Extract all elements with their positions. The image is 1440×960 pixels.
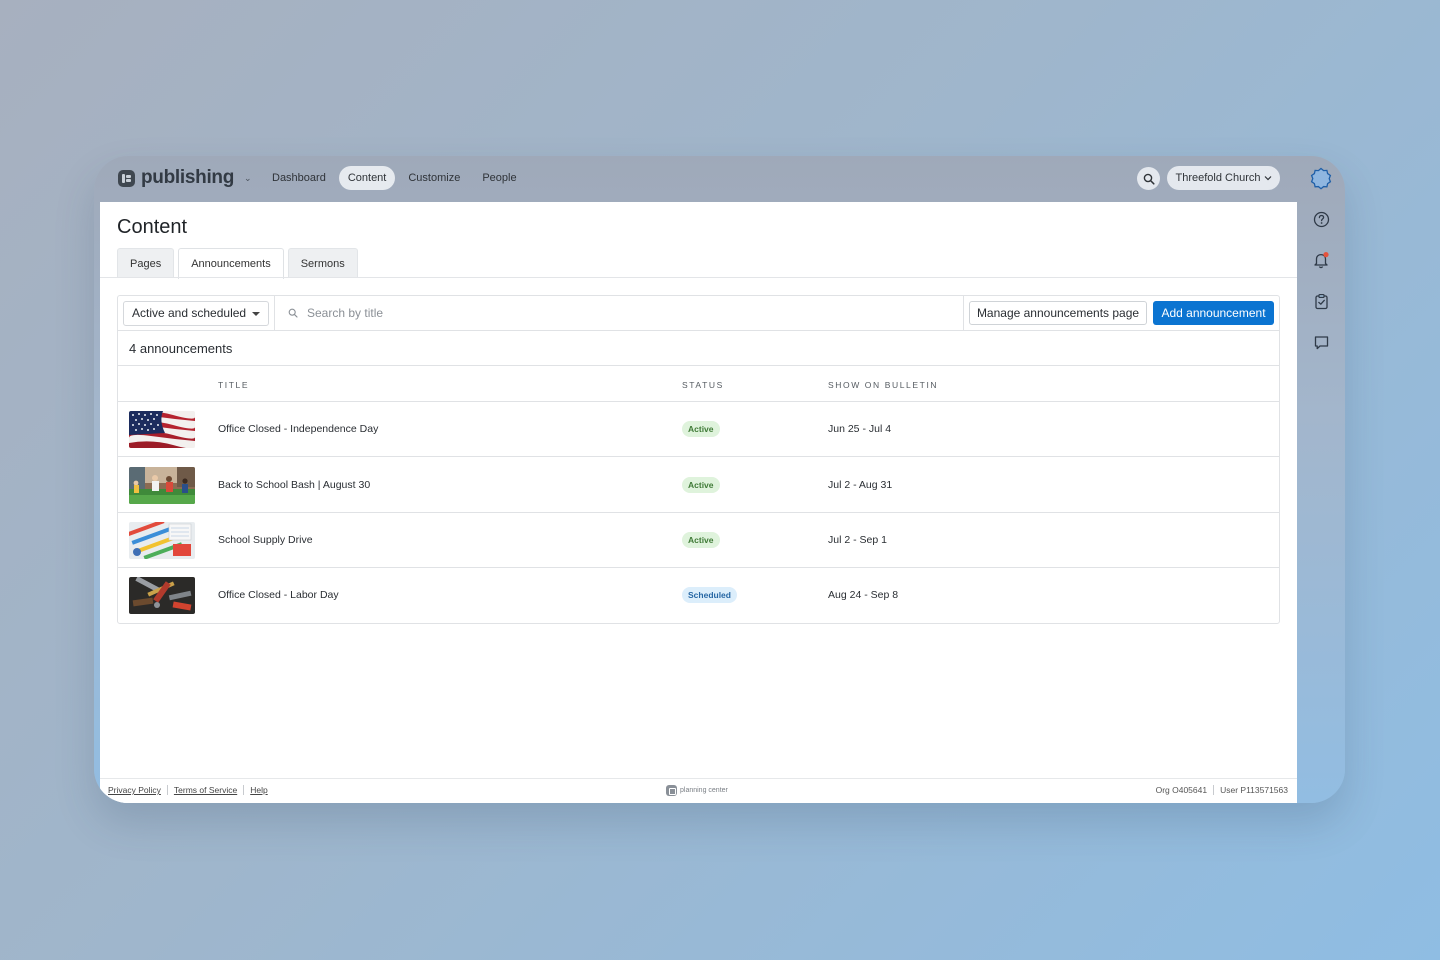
chat-bubble-icon xyxy=(1314,335,1328,349)
profile-button[interactable] xyxy=(1309,167,1333,191)
status-badge: Active xyxy=(682,421,720,437)
badge-avatar-icon xyxy=(1310,167,1332,190)
planning-center-brand: planning center xyxy=(666,785,728,796)
right-rail xyxy=(1297,156,1345,803)
org-switcher[interactable]: Threefold Church xyxy=(1167,166,1280,190)
top-bar: publishing ⌄ Dashboard Content Customize… xyxy=(94,156,1345,202)
terms-of-service-link[interactable]: Terms of Service xyxy=(174,785,237,795)
main-nav: Dashboard Content Customize People xyxy=(263,166,526,190)
table-row[interactable]: Office Closed - Labor Day Scheduled Aug … xyxy=(118,568,1279,623)
privacy-policy-link[interactable]: Privacy Policy xyxy=(108,785,161,795)
footer-divider xyxy=(243,785,245,795)
table-row[interactable]: School Supply Drive Active Jul 2 - Sep 1 xyxy=(118,513,1279,568)
footer-divider xyxy=(166,785,168,795)
app-switcher[interactable]: publishing ⌄ xyxy=(118,167,252,189)
caret-down-icon xyxy=(252,312,260,316)
announcements-panel: Active and scheduled Manage announcement… xyxy=(117,295,1280,624)
help-link[interactable]: Help xyxy=(250,785,267,795)
search-icon xyxy=(1143,173,1155,185)
search-divider xyxy=(963,296,964,330)
bulletin-dates: Aug 24 - Sep 8 xyxy=(828,589,899,601)
column-header-title[interactable]: TITLE xyxy=(218,380,249,390)
work-tools-thumbnail xyxy=(129,577,195,614)
tasks-button[interactable] xyxy=(1311,291,1331,311)
table-row[interactable]: Office Closed - Independence Day Active … xyxy=(118,402,1279,457)
status-badge: Active xyxy=(682,532,720,548)
status-badge: Active xyxy=(682,477,720,493)
count-row: 4 announcements xyxy=(118,331,1279,366)
announcement-title: Back to School Bash | August 30 xyxy=(218,479,371,491)
help-circle-icon xyxy=(1313,211,1329,227)
planning-center-logo-icon xyxy=(666,785,677,796)
status-badge: Scheduled xyxy=(682,587,737,603)
column-header-show-on-bulletin[interactable]: SHOW ON BULLETIN xyxy=(828,380,938,390)
nav-dashboard[interactable]: Dashboard xyxy=(263,166,335,190)
global-search-button[interactable] xyxy=(1137,167,1160,190)
chevron-down-icon xyxy=(1264,176,1271,181)
filter-bar: Active and scheduled Manage announcement… xyxy=(118,296,1279,331)
bulletin-dates: Jul 2 - Sep 1 xyxy=(828,534,887,546)
filter-divider xyxy=(274,296,275,330)
search-field xyxy=(276,296,964,330)
messages-button[interactable] xyxy=(1311,332,1331,352)
nav-people[interactable]: People xyxy=(473,166,525,190)
american-flag-thumbnail xyxy=(129,411,195,448)
tab-sermons[interactable]: Sermons xyxy=(287,248,358,278)
announcement-title: Office Closed - Labor Day xyxy=(218,589,339,601)
app-name: publishing xyxy=(141,167,235,188)
content-tabs: Pages Announcements Sermons xyxy=(117,248,358,279)
announcement-title: School Supply Drive xyxy=(218,534,313,546)
nav-content[interactable]: Content xyxy=(338,166,396,190)
footer-divider xyxy=(1213,785,1215,795)
bulletin-dates: Jun 25 - Jul 4 xyxy=(828,423,892,435)
help-button[interactable] xyxy=(1311,209,1331,229)
table-header: TITLE STATUS SHOW ON BULLETIN xyxy=(118,366,1279,402)
footer-links: Privacy Policy Terms of Service Help xyxy=(108,785,268,795)
notifications-button[interactable] xyxy=(1311,250,1331,270)
planning-center-name: planning center xyxy=(680,787,728,794)
chevron-down-icon: ⌄ xyxy=(244,172,252,183)
footer-ids: Org O405641 User P113571563 xyxy=(1156,785,1288,795)
add-announcement-button[interactable]: Add announcement xyxy=(1153,301,1274,325)
status-filter-select[interactable]: Active and scheduled xyxy=(123,301,269,326)
nav-customize[interactable]: Customize xyxy=(399,166,469,190)
page-title: Content xyxy=(117,216,188,238)
app-window: publishing ⌄ Dashboard Content Customize… xyxy=(94,156,1345,803)
publishing-logo-icon xyxy=(118,169,135,187)
search-input[interactable] xyxy=(307,306,907,320)
column-header-status[interactable]: STATUS xyxy=(682,380,724,390)
org-id: Org O405641 xyxy=(1155,785,1208,795)
status-filter-value: Active and scheduled xyxy=(132,306,247,320)
tab-pages[interactable]: Pages xyxy=(117,248,175,278)
content-card: Content Pages Announcements Sermons Acti… xyxy=(100,202,1297,803)
school-supplies-thumbnail xyxy=(129,522,195,559)
clipboard-check-icon xyxy=(1314,293,1328,309)
org-name: Threefold Church xyxy=(1175,172,1261,184)
table-row[interactable]: Back to School Bash | August 30 Active J… xyxy=(118,458,1279,513)
footer: Privacy Policy Terms of Service Help pla… xyxy=(100,778,1297,803)
announcement-title: Office Closed - Independence Day xyxy=(218,423,379,435)
announcement-count: 4 announcements xyxy=(129,341,233,356)
manage-announcements-page-button[interactable]: Manage announcements page xyxy=(969,301,1147,325)
search-icon xyxy=(288,308,298,318)
user-id: User P113571563 xyxy=(1220,785,1288,795)
tab-announcements[interactable]: Announcements xyxy=(178,248,284,279)
bell-icon xyxy=(1314,252,1329,269)
kids-playing-thumbnail xyxy=(129,467,195,504)
tabs-divider xyxy=(100,277,1297,278)
bulletin-dates: Jul 2 - Aug 31 xyxy=(828,479,893,491)
